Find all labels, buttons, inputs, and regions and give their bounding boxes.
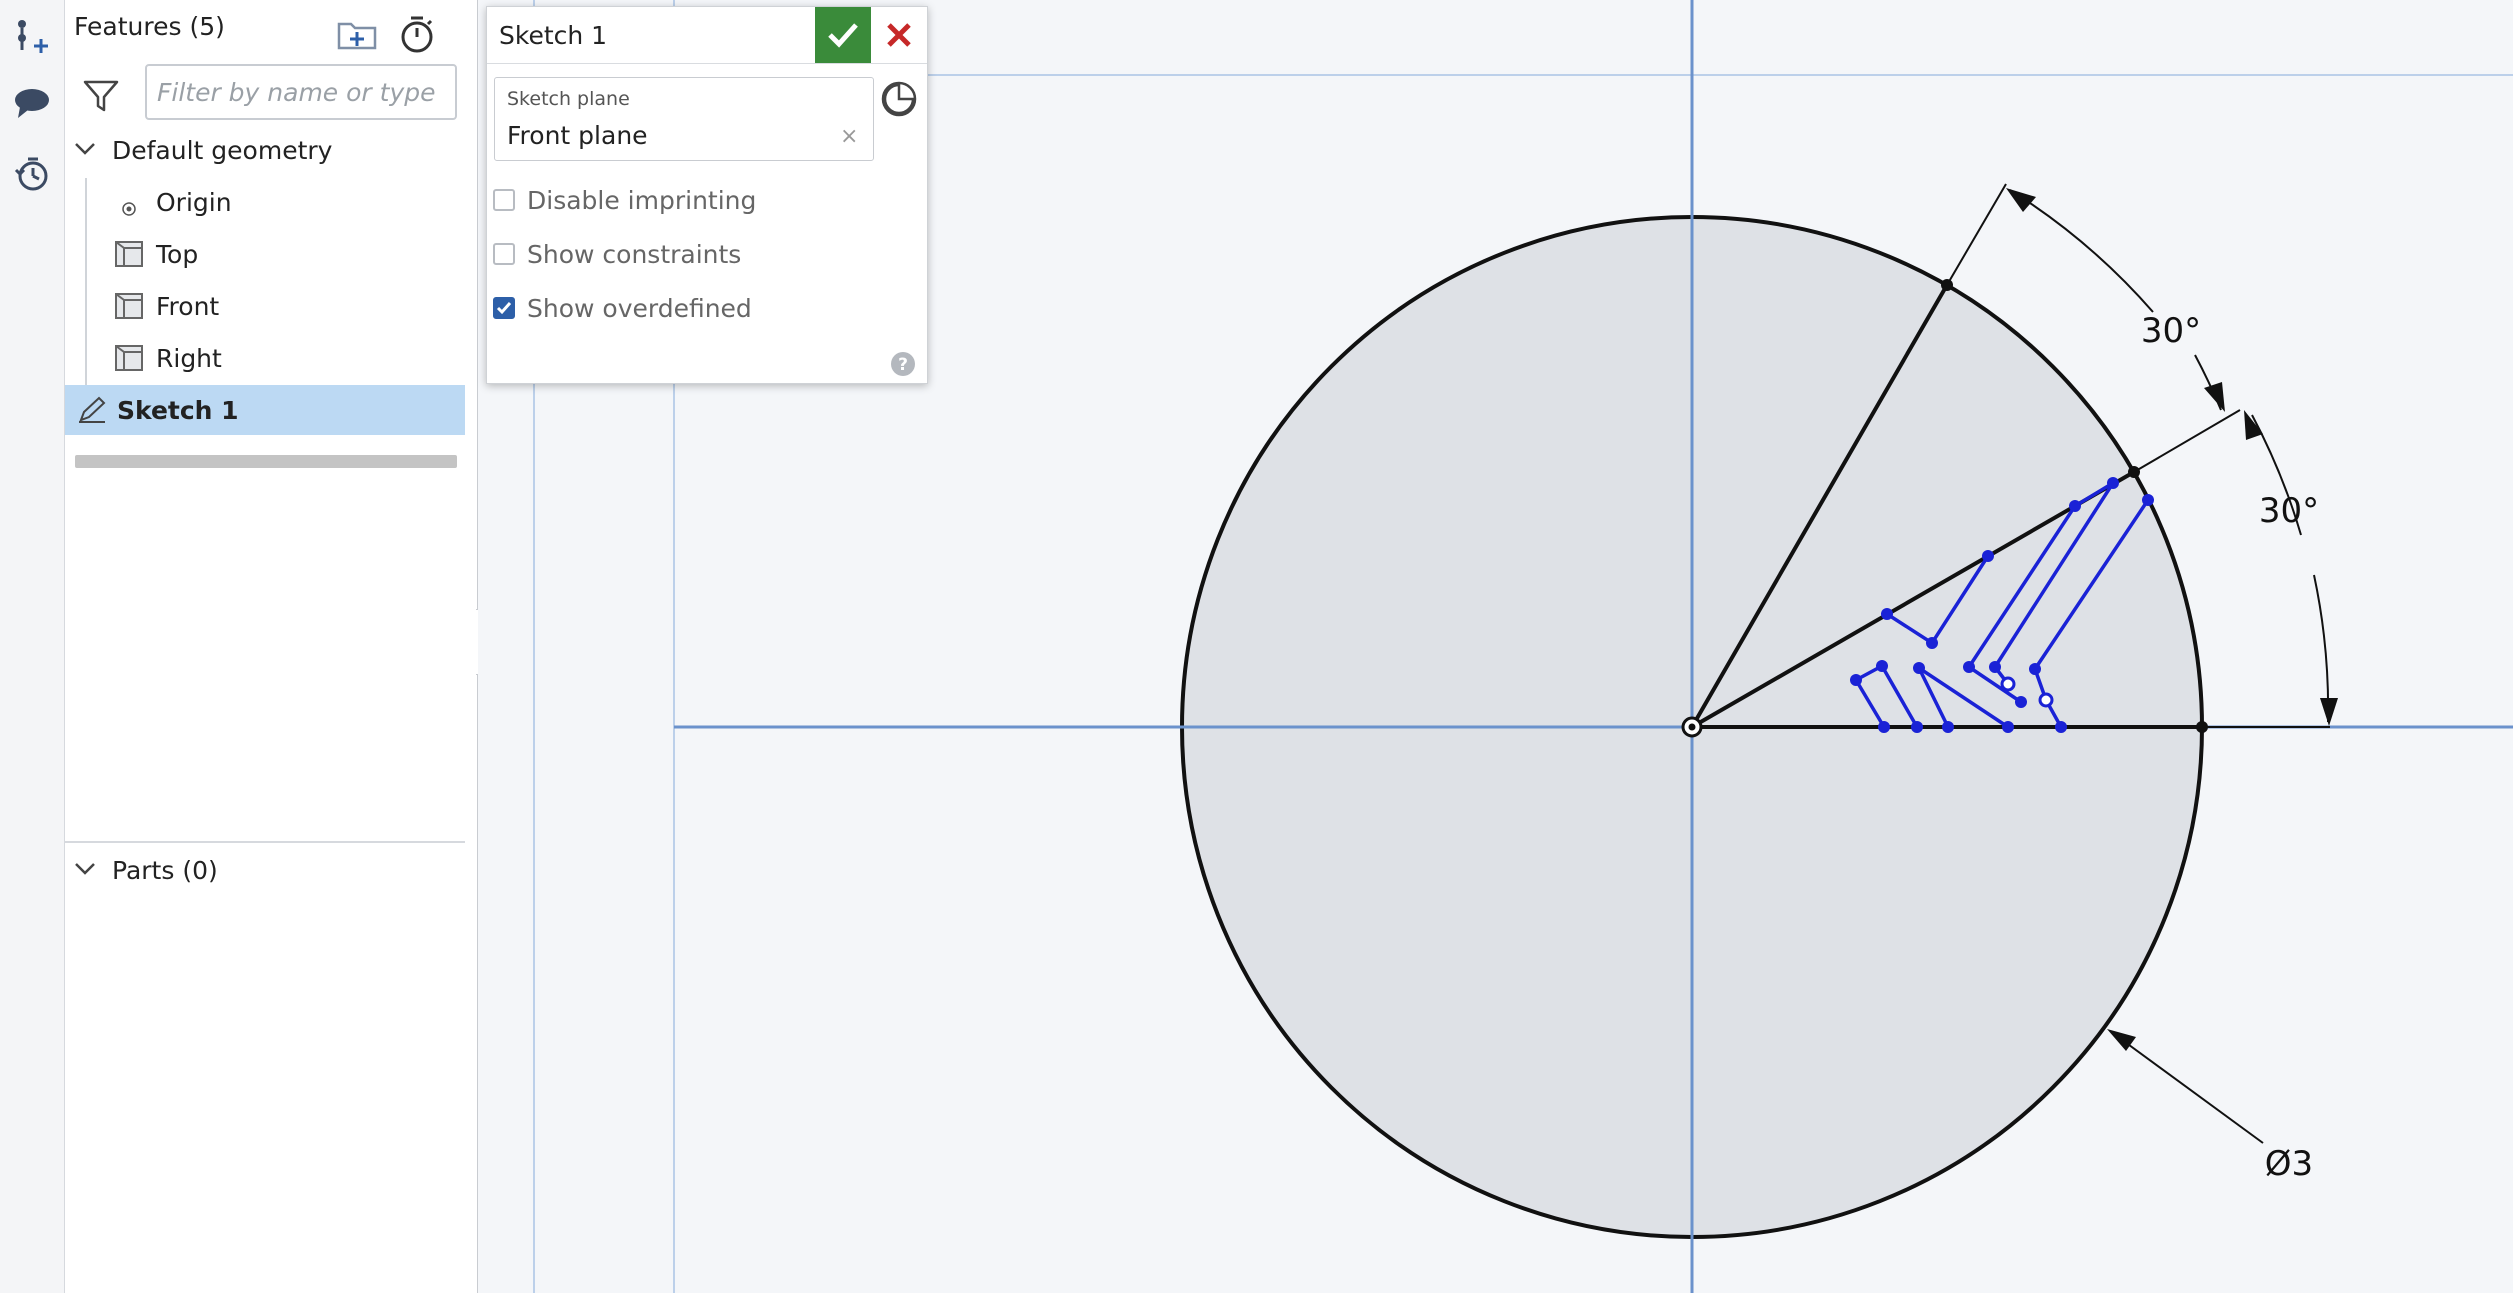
- origin-icon: [121, 194, 137, 223]
- dialog-title: Sketch 1: [499, 21, 608, 50]
- plane-icon: [114, 344, 144, 378]
- close-icon: [887, 23, 911, 47]
- angle-dimension-label[interactable]: 30°: [2259, 491, 2319, 531]
- confirm-button[interactable]: [815, 7, 871, 63]
- help-icon[interactable]: ?: [890, 351, 916, 377]
- sketch-dialog: Sketch 1 Sketch plane Front plane × Disa…: [486, 6, 928, 384]
- tree-item-front-plane[interactable]: Front: [65, 281, 465, 331]
- chevron-down-icon[interactable]: [73, 857, 97, 887]
- sketch-point: [2196, 721, 2208, 733]
- tree-item-right-plane[interactable]: Right: [65, 333, 465, 383]
- chevron-down-icon[interactable]: [73, 137, 97, 167]
- show-overdefined-checkbox[interactable]: [493, 297, 515, 319]
- features-header: Features (5): [74, 12, 225, 41]
- tree-item-sketch-1[interactable]: Sketch 1: [65, 385, 465, 435]
- sketch-pencil-icon: [77, 396, 107, 430]
- insert-feature-icon[interactable]: [8, 12, 56, 60]
- rollback-timer-icon[interactable]: [395, 12, 439, 56]
- sketch-plane-caption: Sketch plane: [507, 88, 630, 110]
- comment-icon[interactable]: [8, 78, 56, 126]
- angle-dimension-label[interactable]: 30°: [2141, 311, 2201, 351]
- sketch-point: [2128, 466, 2140, 478]
- history-timer-icon[interactable]: [8, 150, 56, 198]
- clear-plane-button[interactable]: ×: [840, 124, 858, 149]
- option-label: Disable imprinting: [527, 185, 757, 215]
- show-overdefined-option[interactable]: Show overdefined: [493, 291, 752, 325]
- sketch-plane-field[interactable]: Sketch plane Front plane ×: [494, 77, 874, 161]
- plane-icon: [114, 292, 144, 326]
- open-sketch-point: [2038, 692, 2054, 708]
- tree-item-label: Front: [156, 291, 220, 321]
- sketch-plane-value: Front plane: [507, 121, 648, 150]
- add-folder-icon[interactable]: [335, 14, 379, 54]
- tree-item-default-geometry[interactable]: Default geometry: [65, 125, 465, 175]
- filter-input[interactable]: [145, 64, 457, 120]
- tree-item-label: Default geometry: [112, 135, 333, 165]
- option-label: Show constraints: [527, 239, 742, 269]
- open-sketch-point: [2000, 676, 2016, 692]
- diameter-dimension-label[interactable]: Ø3: [2265, 1144, 2313, 1184]
- checkmark-icon: [828, 23, 858, 48]
- feature-list-panel: Features (5) Default geometry Origin: [65, 0, 478, 1293]
- tree-item-label: Origin: [156, 187, 232, 217]
- show-constraints-option[interactable]: Show constraints: [493, 237, 741, 271]
- tree-item-top-plane[interactable]: Top: [65, 229, 465, 279]
- left-toolbar: [0, 0, 65, 1293]
- horizontal-scrollbar[interactable]: [75, 455, 457, 468]
- origin-point-center: [1688, 723, 1696, 731]
- tree-item-origin[interactable]: Origin: [65, 177, 465, 227]
- disable-imprinting-checkbox[interactable]: [493, 189, 515, 211]
- parts-header[interactable]: Parts (0): [65, 845, 465, 895]
- disable-imprinting-option[interactable]: Disable imprinting: [493, 183, 756, 217]
- show-constraints-checkbox[interactable]: [493, 243, 515, 265]
- tree-item-label: Right: [156, 343, 222, 373]
- tree-item-label: Sketch 1: [117, 395, 239, 425]
- parts-divider: [65, 841, 465, 843]
- plane-icon: [114, 240, 144, 274]
- help-glyph: ?: [898, 355, 908, 375]
- dialog-divider: [487, 63, 927, 64]
- cancel-button[interactable]: [871, 7, 927, 63]
- option-label: Show overdefined: [527, 293, 752, 323]
- tree-item-label: Top: [156, 239, 199, 269]
- sketch-history-icon[interactable]: [879, 79, 919, 119]
- checkmark-icon: [496, 302, 512, 315]
- filter-icon[interactable]: [81, 76, 121, 116]
- parts-label: Parts (0): [112, 855, 218, 885]
- sketch-point: [1941, 279, 1953, 291]
